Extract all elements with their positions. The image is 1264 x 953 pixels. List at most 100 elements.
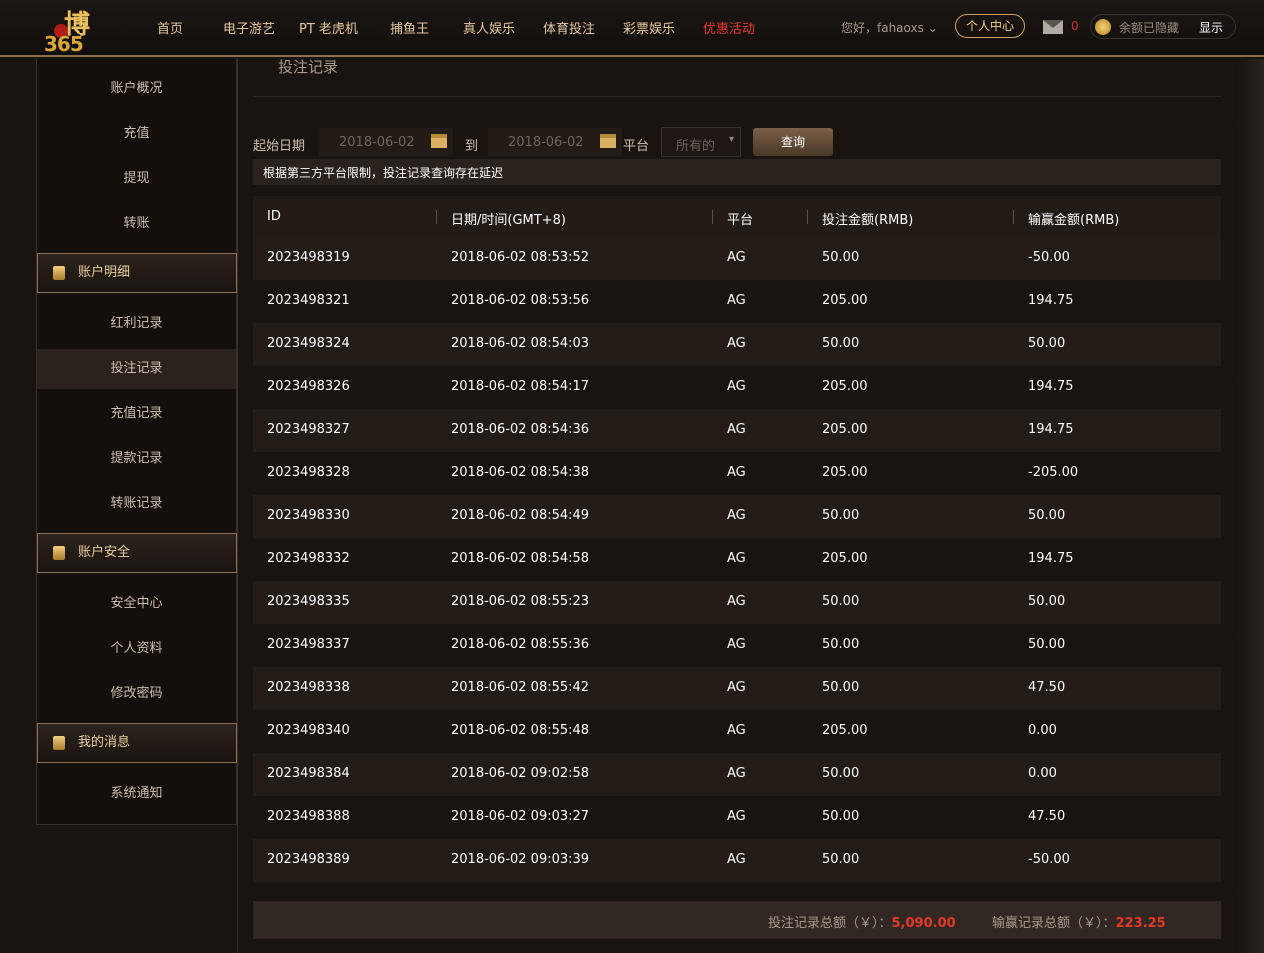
- cell-win-loss: 50.00: [1028, 336, 1066, 351]
- cell-win-loss: 194.75: [1028, 379, 1074, 394]
- table-row: 2023498321 2018-06-02 08:53:56 AG 205.00 194…: [253, 280, 1221, 323]
- cell-id: 2023498388: [267, 809, 350, 824]
- cell-datetime: 2018-06-02 08:54:36: [451, 422, 590, 437]
- nav-slots[interactable]: 电子游艺: [223, 18, 275, 37]
- table-row: 2023498319 2018-06-02 08:53:52 AG 50.00 -50.…: [253, 237, 1221, 280]
- cell-bet-amount: 50.00: [822, 594, 860, 609]
- cell-win-loss: 194.75: [1028, 293, 1074, 308]
- cell-win-loss: 50.00: [1028, 594, 1066, 609]
- cell-datetime: 2018-06-02 09:03:27: [451, 809, 590, 824]
- cell-datetime: 2018-06-02 08:55:23: [451, 594, 590, 609]
- nav-lottery[interactable]: 彩票娱乐: [623, 18, 675, 37]
- cell-datetime: 2018-06-02 08:54:17: [451, 379, 590, 394]
- sidebar-item-transfer-records[interactable]: 转账记录: [37, 484, 236, 524]
- cell-platform: AG: [727, 508, 746, 523]
- mail-count: 0: [1071, 19, 1079, 33]
- table-header: ID 日期/时间(GMT+8) 平台 投注金额(RMB) 输赢金额(RMB): [253, 196, 1221, 237]
- calendar-icon[interactable]: [600, 134, 616, 148]
- section-title: 账户安全: [78, 545, 131, 560]
- cell-win-loss: 0.00: [1028, 766, 1057, 781]
- bet-total-value: 5,090.00: [891, 916, 956, 931]
- balance-widget: 余额已隐藏 显示: [1090, 14, 1236, 39]
- sidebar-section-messages[interactable]: 我的消息: [37, 723, 237, 763]
- show-balance-button[interactable]: 显示: [1199, 19, 1223, 36]
- cell-platform: AG: [727, 465, 746, 480]
- table-row: 2023498330 2018-06-02 08:54:49 AG 50.00 50.0…: [253, 495, 1221, 538]
- table-row: 2023498338 2018-06-02 08:55:42 AG 50.00 47.5…: [253, 667, 1221, 710]
- end-date-value: 2018-06-02: [508, 135, 584, 150]
- cell-platform: AG: [727, 766, 746, 781]
- personal-center-button[interactable]: 个人中心: [955, 14, 1025, 38]
- cell-win-loss: 50.00: [1028, 637, 1066, 652]
- cell-datetime: 2018-06-02 08:55:36: [451, 637, 590, 652]
- greeting-text: 您好，fahaoxs: [841, 21, 924, 35]
- nav-fishing[interactable]: 捕鱼王: [390, 18, 429, 37]
- start-date-input[interactable]: 2018-06-02: [319, 128, 453, 156]
- logo[interactable]: 博 365: [38, 4, 126, 56]
- table-row: 2023498337 2018-06-02 08:55:36 AG 50.00 50.0…: [253, 624, 1221, 667]
- end-date-input[interactable]: 2018-06-02: [488, 128, 622, 156]
- nav-live[interactable]: 真人娱乐: [463, 18, 515, 37]
- cell-id: 2023498384: [267, 766, 350, 781]
- calendar-icon[interactable]: [431, 134, 447, 148]
- cell-id: 2023498332: [267, 551, 350, 566]
- delay-notice: 根据第三方平台限制，投注记录查询存在延迟: [253, 159, 1221, 185]
- table-row: 2023498335 2018-06-02 08:55:23 AG 50.00 50.0…: [253, 581, 1221, 624]
- cell-bet-amount: 50.00: [822, 637, 860, 652]
- cell-id: 2023498326: [267, 379, 350, 394]
- cell-id: 2023498328: [267, 465, 350, 480]
- sidebar-item-system-notice[interactable]: 系统通知: [37, 774, 236, 814]
- mail-icon[interactable]: [1043, 20, 1063, 34]
- user-greeting[interactable]: 您好，fahaoxs ⌄: [841, 19, 938, 36]
- cell-win-loss: 0.00: [1028, 723, 1057, 738]
- table-row: 2023498384 2018-06-02 09:02:58 AG 50.00 0.00: [253, 753, 1221, 796]
- cell-id: 2023498335: [267, 594, 350, 609]
- cell-win-loss: -205.00: [1028, 465, 1079, 480]
- cell-datetime: 2018-06-02 08:54:03: [451, 336, 590, 351]
- cell-platform: AG: [727, 379, 746, 394]
- cell-bet-amount: 205.00: [822, 465, 868, 480]
- sidebar-item-security-center[interactable]: 安全中心: [37, 584, 236, 624]
- sidebar-item-overview[interactable]: 账户概况: [37, 69, 236, 109]
- sidebar-item-change-password[interactable]: 修改密码: [37, 674, 236, 714]
- table-row: 2023498327 2018-06-02 08:54:36 AG 205.00 194…: [253, 409, 1221, 452]
- win-total: 输赢记录总额（￥）：223.25: [992, 912, 1166, 931]
- bet-total: 投注记录总额（￥）：5,090.00: [768, 912, 956, 931]
- cell-bet-amount: 205.00: [822, 551, 868, 566]
- sidebar-item-deposit-records[interactable]: 充值记录: [37, 394, 236, 434]
- table-row: 2023498324 2018-06-02 08:54:03 AG 50.00 50.0…: [253, 323, 1221, 366]
- nav-promotions[interactable]: 优惠活动: [703, 18, 755, 37]
- sidebar-item-bonus-records[interactable]: 红利记录: [37, 304, 236, 344]
- sidebar-item-withdraw-records[interactable]: 提款记录: [37, 439, 236, 479]
- cell-datetime: 2018-06-02 08:54:58: [451, 551, 590, 566]
- sidebar-section-account-details[interactable]: 账户明细: [37, 253, 237, 293]
- cell-id: 2023498389: [267, 852, 350, 867]
- sidebar-item-profile[interactable]: 个人资料: [37, 629, 236, 669]
- table-row: 2023498388 2018-06-02 09:03:27 AG 50.00 47.5…: [253, 796, 1221, 839]
- column-header-bet-amount: 投注金额(RMB): [806, 209, 913, 228]
- nav-sports[interactable]: 体育投注: [543, 18, 595, 37]
- cell-bet-amount: 50.00: [822, 766, 860, 781]
- sidebar-item-withdraw[interactable]: 提现: [37, 159, 236, 199]
- cell-bet-amount: 50.00: [822, 809, 860, 824]
- cell-platform: AG: [727, 594, 746, 609]
- query-button[interactable]: 查询: [753, 128, 833, 156]
- cell-platform: AG: [727, 809, 746, 824]
- nav-home[interactable]: 首页: [157, 18, 183, 37]
- cell-bet-amount: 50.00: [822, 508, 860, 523]
- sidebar-item-transfer[interactable]: 转账: [37, 204, 236, 244]
- cell-datetime: 2018-06-02 08:54:49: [451, 508, 590, 523]
- cell-win-loss: 194.75: [1028, 422, 1074, 437]
- sidebar-item-deposit[interactable]: 充值: [37, 114, 236, 154]
- sidebar-item-bet-records[interactable]: 投注记录: [37, 349, 236, 389]
- platform-select[interactable]: 所有的: [661, 127, 741, 157]
- cell-platform: AG: [727, 336, 746, 351]
- section-title: 我的消息: [78, 735, 131, 750]
- cell-id: 2023498327: [267, 422, 350, 437]
- coin-icon: [1095, 19, 1111, 35]
- nav-pt[interactable]: PT 老虎机: [299, 18, 358, 37]
- cell-platform: AG: [727, 250, 746, 265]
- cell-bet-amount: 50.00: [822, 852, 860, 867]
- sidebar-section-security[interactable]: 账户安全: [37, 533, 237, 573]
- cell-datetime: 2018-06-02 08:54:38: [451, 465, 590, 480]
